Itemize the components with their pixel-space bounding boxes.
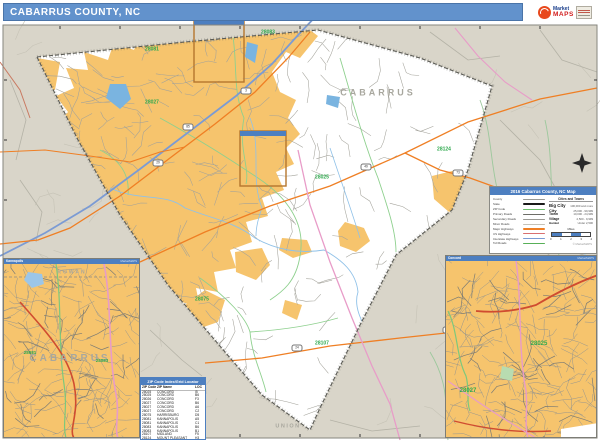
col-zip-name: ZIP Name xyxy=(157,385,195,390)
logo-tagline-box xyxy=(576,6,592,19)
scale-bar xyxy=(551,232,591,237)
scale-tick: 4 xyxy=(590,237,592,241)
inset-map-concord: Concord MarketMAPS 2802528027 xyxy=(445,255,597,438)
legend-item: Toll Roads xyxy=(493,241,549,246)
map-poster: CABARRUS COUNTY, NC Market MAPS CABARRUS… xyxy=(0,0,600,442)
col-loc: LOC xyxy=(195,385,205,390)
cities-header: Cities and Towns xyxy=(549,197,593,202)
marketmaps-logo: Market MAPS xyxy=(538,2,598,23)
scale-tick: 2 xyxy=(570,237,572,241)
scale-tick: 1 xyxy=(560,237,562,241)
scale-ticks: 0 1 2 3 4 xyxy=(549,237,593,241)
scale-label: Miles xyxy=(549,227,593,231)
scale-bar-block: Miles 0 1 2 3 4 xyxy=(549,227,593,241)
cities-rows: Big City100,000 and moreCity25,000 - 99,… xyxy=(549,203,593,226)
scale-tick: 3 xyxy=(580,237,582,241)
zip-table-row: 28124MOUNT PLEASANTH3 xyxy=(141,437,205,440)
legend-line-items: CountyStateZIP CodePrimary RoadsSecondar… xyxy=(493,197,549,246)
legend-credit: © MarketMAPS xyxy=(549,242,593,246)
zip-table-body: 28025CONCORDI528025CONCORDB628026CONCORD… xyxy=(141,391,205,440)
title-bar: CABARRUS COUNTY, NC xyxy=(3,3,523,21)
zip-table-header: ZIP Code Index/Grid Locator xyxy=(141,378,205,385)
logo-globe-icon xyxy=(538,6,551,19)
inset-left-map xyxy=(4,264,140,438)
page-title: CABARRUS COUNTY, NC xyxy=(4,7,141,18)
city-size-row: HamletUnder 2,500 xyxy=(549,221,593,226)
zip-index-table: ZIP Code Index/Grid Locator ZIP Code ZIP… xyxy=(140,377,206,440)
inset-map-kannapolis: Kannapolis MarketMAPS ROWANCABARRUS28081… xyxy=(3,258,140,438)
col-zip-code: ZIP Code xyxy=(141,385,157,390)
scale-tick: 0 xyxy=(550,237,552,241)
legend: 2016 Cabarrus County, NC Map CountyState… xyxy=(489,186,597,254)
legend-title: 2016 Cabarrus County, NC Map xyxy=(490,187,596,195)
inset-right-map xyxy=(446,261,597,438)
logo-word-maps: MAPS xyxy=(553,12,574,19)
